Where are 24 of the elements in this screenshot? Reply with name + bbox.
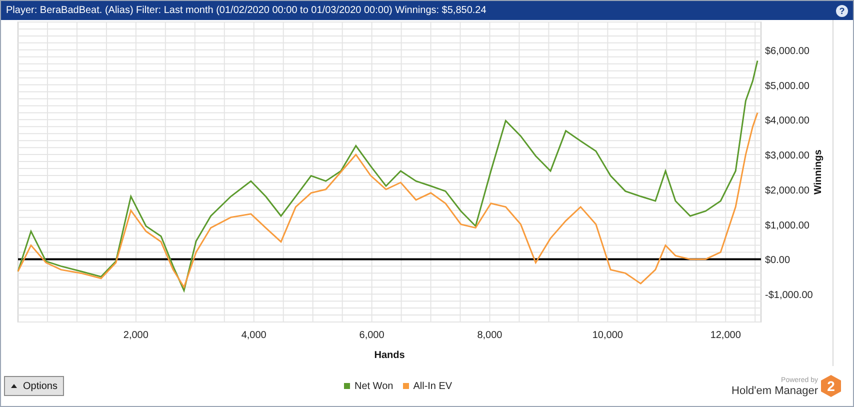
x-tick-label: 2,000 bbox=[123, 330, 148, 341]
y-tick-label: $3,000.00 bbox=[765, 150, 810, 162]
x-tick-label: 10,000 bbox=[592, 330, 623, 341]
x-tick-label: 4,000 bbox=[241, 330, 266, 341]
legend-label: Net Won bbox=[354, 380, 394, 394]
y-tick-label: $1,000.00 bbox=[765, 220, 810, 232]
help-button[interactable]: ? bbox=[836, 4, 848, 16]
options-button[interactable]: Options bbox=[4, 376, 64, 396]
caret-icon bbox=[11, 384, 17, 388]
x-tick-label: 8,000 bbox=[477, 330, 502, 341]
y-tick-label: -$1,000.00 bbox=[765, 290, 813, 302]
y-tick-label: $4,000.00 bbox=[765, 116, 810, 127]
y-axis-title: Winnings bbox=[813, 150, 824, 194]
x-tick-label: 12,000 bbox=[710, 330, 741, 341]
y-tick-label: $2,000.00 bbox=[765, 185, 810, 196]
y-tick-label: $6,000.00 bbox=[765, 46, 810, 57]
logo-name: Hold'em Manager bbox=[732, 386, 818, 397]
x-axis-title: Hands bbox=[374, 350, 405, 361]
y-tick-label: $5,000.00 bbox=[765, 80, 810, 92]
logo-badge: 2 bbox=[821, 375, 841, 397]
window-title: Player: BeraBadBeat. (Alias) Filter: Last month (01/02/2020 00:00 to 01/03/2020 00:00) Winnings: $5,850.24 bbox=[6, 4, 486, 18]
x-tick-label: 6,000 bbox=[359, 330, 384, 341]
legend-label: All-In EV bbox=[413, 380, 452, 394]
y-tick-label: $0.00 bbox=[765, 255, 790, 266]
